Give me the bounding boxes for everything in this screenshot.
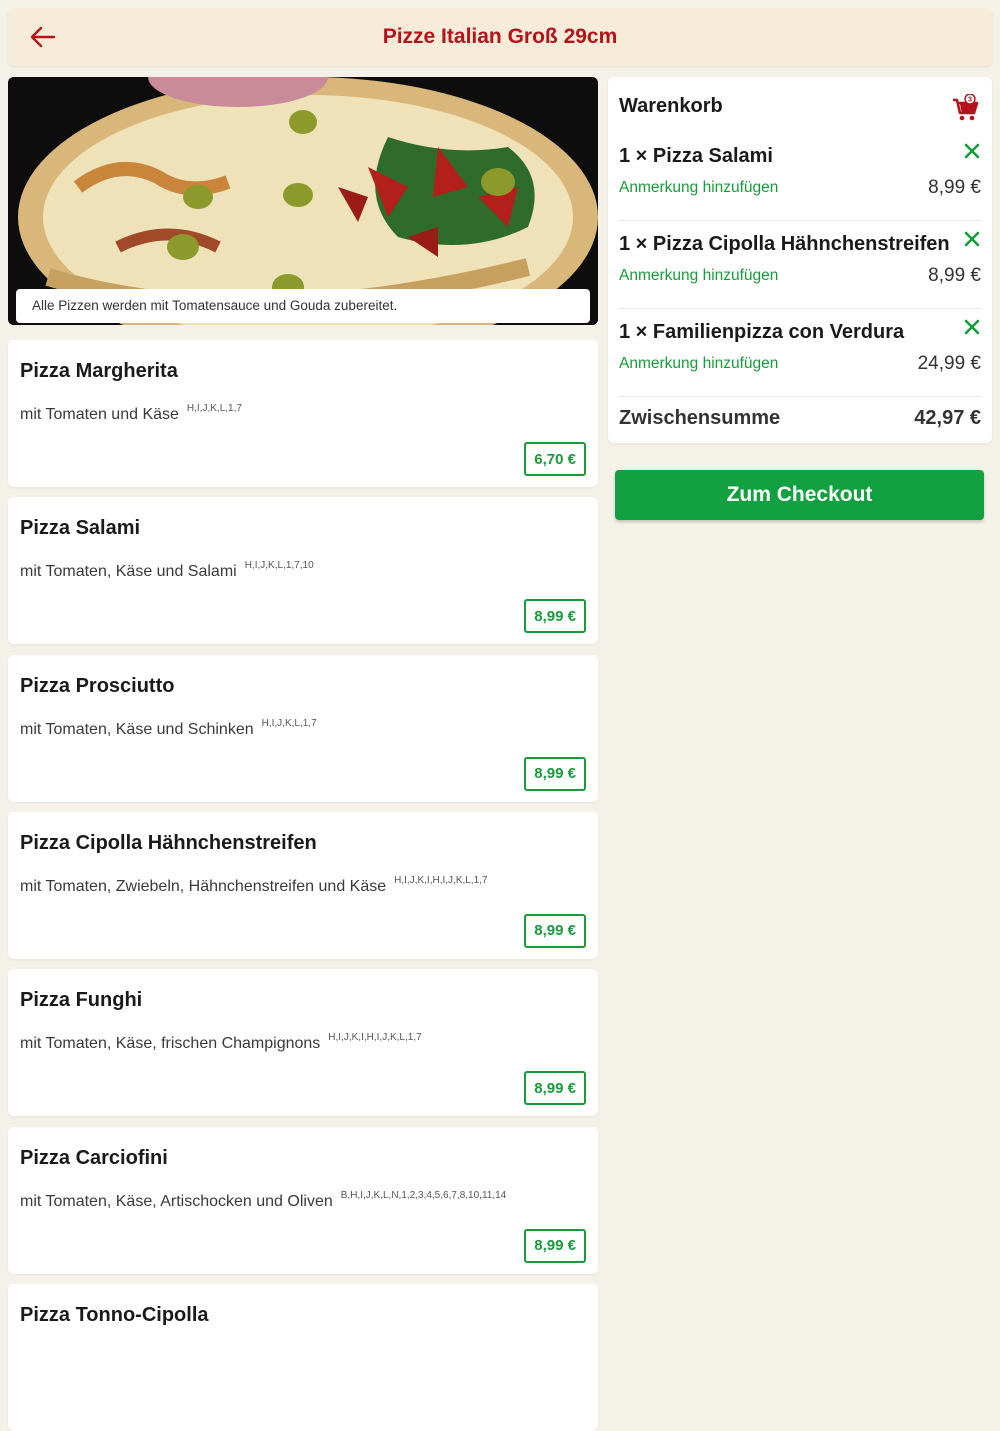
menu-item-card[interactable]: Pizza Carciofini mit Tomaten, Käse, Arti… [8,1126,598,1274]
menu-item-name: Pizza Margherita [20,360,178,382]
menu-item-desc-text: mit Tomaten, Käse, frischen Champignons [20,1035,321,1053]
menu-item-card[interactable]: Pizza Cipolla Hähnchenstreifen mit Tomat… [8,811,598,959]
cart-item: 1 × Familienpizza con Verdura Anmerkung … [619,309,981,397]
page-title: Pizze Italian Groß 29cm [382,25,618,48]
add-note-link[interactable]: Anmerkung hinzufügen [619,267,778,285]
remove-item-button[interactable] [963,318,981,336]
menu-item-allergens: H,I,J,K,I,H,I,J,K,L,1,7 [328,1032,422,1044]
add-note-link[interactable]: Anmerkung hinzufügen [619,355,778,373]
subtotal-value: 42,97 € [914,407,981,429]
menu-item-name: Pizza Tonno-Cipolla [20,1303,209,1326]
menu-column: Alle Pizzen werden mit Tomatensauce und … [8,77,598,1431]
add-note-link[interactable]: Anmerkung hinzufügen [619,179,778,197]
menu-item-name: Pizza Prosciutto [20,674,175,697]
add-to-cart-price-button[interactable]: 8,99 € [524,1228,586,1263]
menu-item-card[interactable]: Pizza Prosciutto mit Tomaten, Käse und S… [8,654,598,802]
cart-item-name: 1 × Pizza Cipolla Hähnchenstreifen [619,233,950,255]
add-to-cart-price-button[interactable]: 8,99 € [524,1071,586,1106]
pizza-image [8,77,598,325]
cart-item-price: 24,99 € [917,353,981,374]
cart-item: 1 × Pizza Salami Anmerkung hinzufügen 8,… [619,133,981,221]
cart-item-name: 1 × Pizza Salami [619,145,773,167]
cart-item-price: 8,99 € [928,265,981,286]
menu-item-allergens: H,I,J,K,L,1,7 [261,717,317,729]
menu-item-name: Pizza Funghi [20,989,143,1012]
menu-item-desc-text: mit Tomaten, Käse und Schinken [20,720,254,738]
add-to-cart-price-button[interactable]: 8,99 € [524,756,586,791]
checkout-button[interactable]: Zum Checkout [615,470,984,520]
back-button[interactable] [28,23,58,51]
menu-item-card[interactable]: Pizza Margherita mit Tomaten und Käse H,I… [8,340,598,487]
subtotal-row: Zwischensumme 42,97 € [619,407,981,430]
cart-button[interactable]: 3 [952,93,980,122]
menu-item-name: Pizza Cipolla Hähnchenstreifen [20,831,317,854]
shopping-cart-icon: 3 [953,93,979,121]
menu-item-desc-text: mit Tomaten und Käse [20,406,179,423]
category-hero-image: Alle Pizzen werden mit Tomatensauce und … [8,77,598,325]
close-icon [964,319,980,335]
menu-item-card[interactable]: Pizza Funghi mit Tomaten, Käse, frischen… [8,969,598,1117]
add-to-cart-price-button[interactable]: 6,70 € [524,442,586,476]
menu-item-description [20,1347,28,1368]
menu-item-description: mit Tomaten, Käse und Salami H,I,J,K,L,1,… [20,560,314,581]
menu-item-description: mit Tomaten, Käse, Artischocken und Oliv… [20,1190,506,1211]
cart-item-name: 1 × Familienpizza con Verdura [619,321,905,343]
cart-panel: Warenkorb 3 1 × Pizza Salami Anmerkung h… [608,77,992,443]
menu-item-name: Pizza Carciofini [20,1146,168,1169]
menu-item-desc-text: mit Tomaten, Käse, Artischocken und Oliv… [20,1192,333,1210]
menu-item-allergens: H,I,J,K,L,1,7 [186,403,242,414]
menu-item-name: Pizza Salami [20,517,141,540]
cart-item-price: 8,99 € [928,177,981,198]
menu-item-description: mit Tomaten, Käse, frischen Champignons H… [20,1032,422,1053]
menu-item-description: mit Tomaten, Zwiebeln, Hähnchenstreifen … [20,875,488,896]
menu-item-allergens: H,I,J,K,I,H,I,J,K,L,1,7 [394,874,488,886]
menu-item-allergens: B,H,I,J,K,L,N,1,2,3,4,5,6,7,8,10,11,14 [340,1189,507,1201]
menu-item-card[interactable]: Pizza Salami mit Tomaten, Käse und Salam… [8,497,598,645]
arrow-left-icon [30,26,56,48]
menu-item-description: mit Tomaten und Käse H,I,J,K,L,1,7 [20,403,242,424]
hero-caption: Alle Pizzen werden mit Tomatensauce und … [16,289,590,323]
add-to-cart-price-button[interactable]: 8,99 € [524,599,586,634]
close-icon [964,143,980,159]
remove-item-button[interactable] [963,142,981,160]
cart-title: Warenkorb [619,95,723,117]
menu-item-desc-text: mit Tomaten, Zwiebeln, Hähnchenstreifen … [20,877,387,895]
top-bar: Pizze Italian Groß 29cm [8,8,992,66]
menu-item-allergens: H,I,J,K,L,1,7,10 [244,560,314,572]
cart-item: 1 × Pizza Cipolla Hähnchenstreifen Anmer… [619,221,981,309]
cart-count-badge: 3 [968,95,972,104]
remove-item-button[interactable] [963,230,981,248]
close-icon [964,231,980,247]
menu-item-description: mit Tomaten, Käse und Schinken H,I,J,K,L,… [20,718,317,739]
subtotal-label: Zwischensumme [619,407,781,429]
menu-item-desc-text: mit Tomaten, Käse und Salami [20,563,237,581]
add-to-cart-price-button[interactable]: 8,99 € [524,913,586,948]
menu-item-card[interactable]: Pizza Tonno-Cipolla [8,1283,598,1431]
